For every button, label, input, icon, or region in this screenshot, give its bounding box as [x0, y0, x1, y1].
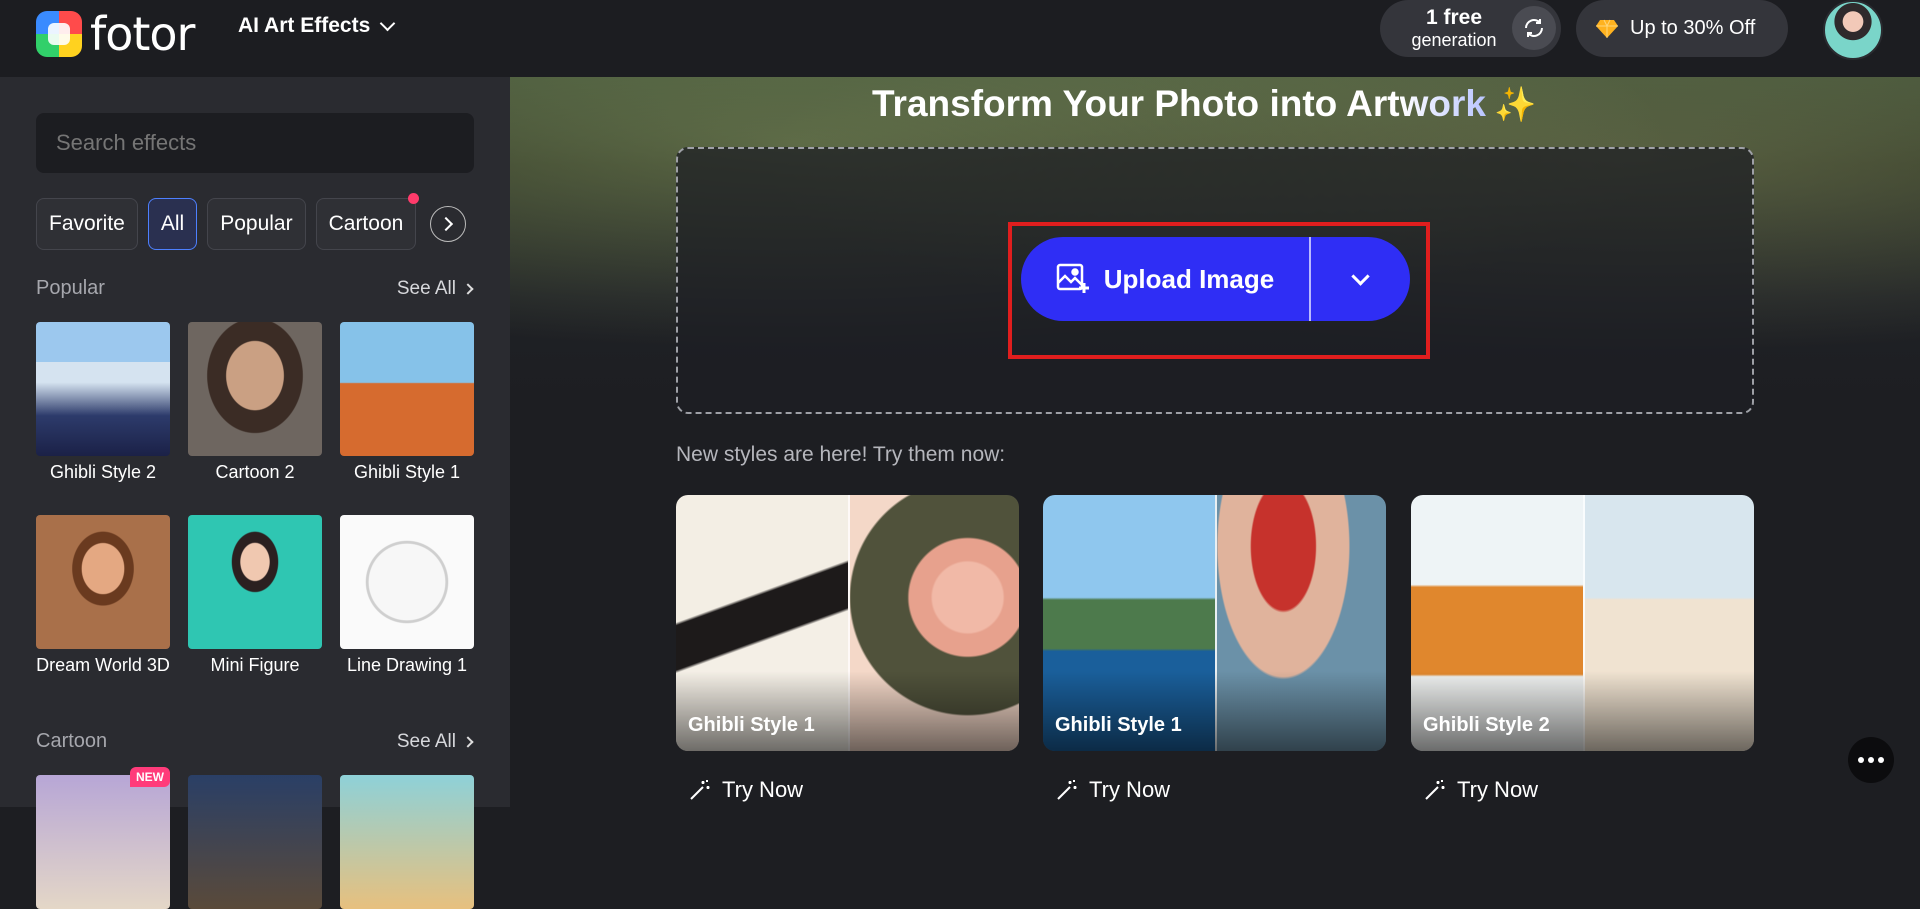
popular-section-header: Popular See All	[36, 277, 474, 300]
promo-label: Up to 30% Off	[1630, 17, 1756, 39]
chip-favorite[interactable]: Favorite	[36, 198, 138, 250]
effect-label: Ghibli Style 2	[49, 462, 157, 482]
style-card[interactable]: Ghibli Style 2	[1411, 495, 1754, 751]
card-label: Ghibli Style 2	[1423, 714, 1550, 736]
card-shade	[1043, 671, 1386, 751]
title-text: Transform Your Photo into Art	[872, 83, 1400, 124]
effect-label: Cartoon 2	[215, 462, 295, 482]
card-shade	[1411, 671, 1754, 751]
chevron-down-icon	[379, 15, 396, 31]
card-label: Ghibli Style 1	[1055, 714, 1182, 736]
chip-label: Cartoon	[328, 212, 404, 235]
chip-label: All	[160, 212, 185, 235]
magic-wand-icon	[690, 780, 710, 800]
try-now-label: Try Now	[722, 777, 804, 802]
effect-thumb[interactable]: Mini Figure	[188, 515, 322, 675]
chip-cartoon[interactable]: Cartoon	[315, 193, 420, 250]
chevron-down-icon	[1351, 266, 1370, 286]
try-now-link[interactable]: Try Now	[688, 777, 803, 803]
effect-thumb[interactable]	[340, 775, 474, 909]
effect-thumb[interactable]: Line Drawing 1	[340, 515, 474, 675]
chevron-right-icon	[462, 735, 474, 748]
upload-label: Upload Image	[1103, 263, 1275, 294]
credits-text: 1 free generation	[1404, 7, 1504, 51]
chevron-right-icon[interactable]	[430, 206, 467, 242]
image-add-icon	[1056, 263, 1089, 293]
see-all-label: See All	[396, 277, 456, 299]
category-chips: Favorite All Popular Cartoon	[36, 193, 467, 250]
effect-image	[188, 515, 322, 649]
credits-unit: generation	[1411, 30, 1497, 50]
credits-count: 1 free	[1425, 6, 1483, 29]
chevron-right-icon	[462, 282, 474, 295]
effect-thumb[interactable]	[188, 775, 322, 909]
promo-pill[interactable]: Up to 30% Off	[1576, 0, 1788, 57]
try-now-label: Try Now	[1089, 777, 1171, 802]
sparkle-icon: ✨	[1493, 86, 1537, 124]
card-label: Ghibli Style 1	[688, 714, 815, 736]
menu-label: AI Art Effects	[238, 14, 371, 37]
upload-main-button[interactable]: Upload Image	[1021, 237, 1311, 321]
fotor-logo-mark	[36, 11, 82, 57]
magic-wand-icon	[1057, 780, 1077, 800]
style-card[interactable]: Ghibli Style 1	[676, 495, 1019, 751]
page-title: Transform Your Photo into Artwork ✨	[872, 83, 1536, 125]
see-all-link[interactable]: See All	[396, 730, 474, 753]
effect-label: Ghibli Style 1	[353, 462, 461, 482]
effect-image	[340, 322, 474, 456]
effect-thumb[interactable]: NEW	[36, 767, 170, 909]
chip-popular[interactable]: Popular	[207, 198, 306, 250]
try-now-link[interactable]: Try Now	[1055, 777, 1170, 803]
upload-options-dropdown[interactable]	[1311, 237, 1410, 321]
effect-thumb[interactable]: Ghibli Style 2	[36, 322, 170, 482]
effect-label: Line Drawing 1	[346, 655, 468, 675]
section-title: Cartoon	[36, 730, 108, 752]
notification-dot	[408, 193, 420, 204]
effect-image	[188, 775, 322, 909]
upload-image-button[interactable]: Upload Image	[1021, 237, 1410, 321]
new-badge: NEW	[130, 767, 170, 787]
search-effects-input[interactable]	[36, 113, 474, 173]
try-now-label: Try Now	[1457, 777, 1539, 802]
effect-thumb[interactable]: Dream World 3D	[36, 515, 170, 675]
gem-icon	[1596, 19, 1618, 38]
credits-pill[interactable]: 1 free generation	[1380, 0, 1561, 57]
see-all-label: See All	[396, 730, 456, 752]
effect-thumb[interactable]: Ghibli Style 1	[340, 322, 474, 482]
main-workspace: Transform Your Photo into Artwork ✨ Uploa…	[510, 77, 1920, 807]
avatar[interactable]	[1823, 0, 1883, 60]
fotor-logo[interactable]: fotor	[36, 7, 195, 61]
more-dots-icon[interactable]	[1848, 737, 1894, 783]
style-card[interactable]: Ghibli Style 1	[1043, 495, 1386, 751]
see-all-link[interactable]: See All	[396, 277, 474, 300]
chip-all[interactable]: All	[147, 198, 198, 250]
logo-text: fotor	[90, 7, 195, 61]
effect-image	[36, 515, 170, 649]
effect-image	[340, 775, 474, 909]
card-shade	[676, 671, 1019, 751]
magic-wand-icon	[1425, 780, 1445, 800]
try-now-link[interactable]: Try Now	[1423, 777, 1538, 803]
effects-sidebar: Favorite All Popular Cartoon Popular See…	[0, 77, 510, 909]
chip-label: Favorite	[49, 212, 125, 235]
top-bar: fotor AI Art Effects 1 free generation U…	[0, 0, 1920, 77]
new-styles-text: New styles are here! Try them now:	[676, 443, 1006, 466]
refresh-icon[interactable]	[1512, 6, 1556, 50]
cartoon-section-header: Cartoon See All	[36, 730, 474, 753]
chip-label: Popular	[220, 212, 293, 235]
effect-image	[340, 515, 474, 649]
section-title: Popular	[36, 277, 105, 299]
effect-image	[36, 775, 170, 909]
effect-image	[188, 322, 322, 456]
effect-image	[36, 322, 170, 456]
title-accent: work	[1399, 83, 1486, 124]
ai-art-effects-menu[interactable]: AI Art Effects	[238, 14, 396, 38]
effect-thumb[interactable]: Cartoon 2	[188, 322, 322, 482]
effect-label: Mini Figure	[210, 655, 300, 675]
effect-label: Dream World 3D	[36, 655, 170, 675]
